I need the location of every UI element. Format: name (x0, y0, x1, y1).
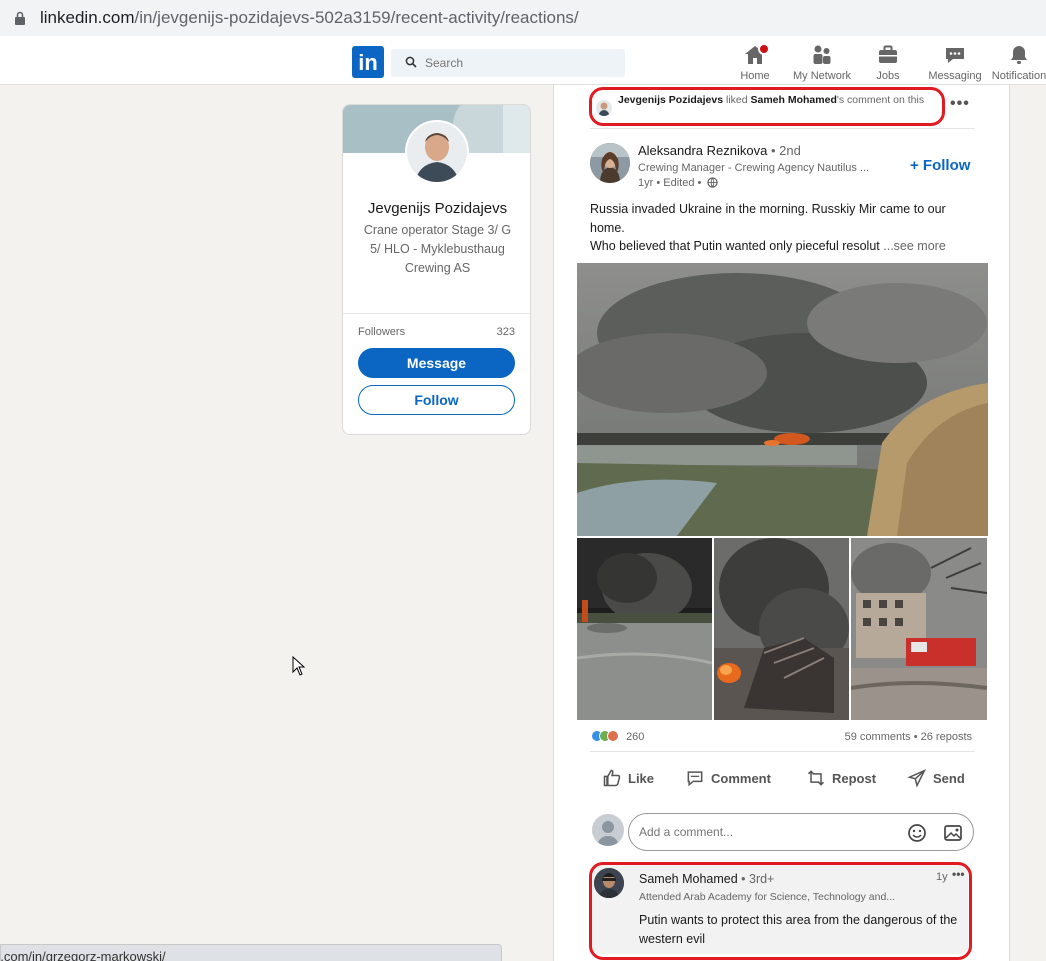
address-field[interactable]: linkedin.com/in/jevgenijs-pozidajevs-502… (0, 0, 1046, 36)
author-avatar[interactable] (590, 143, 630, 183)
highlight-activity-annotation (589, 87, 945, 126)
nav-home-label: Home (740, 70, 770, 82)
post-text-line2: Who believed that Putin wanted only piec… (590, 239, 880, 253)
send-icon (907, 768, 927, 788)
post-text: Russia invaded Ukraine in the morning. R… (590, 200, 975, 256)
status-link-text: n.com/in/grzegorz-markowski/ (0, 949, 166, 961)
post-meta-text: 1yr • Edited • (638, 177, 702, 189)
network-icon (813, 45, 831, 64)
like-label: Like (628, 771, 655, 786)
repost-icon (807, 770, 825, 786)
send-button[interactable]: Send (907, 768, 965, 794)
post-text-line2-wrap: Who believed that Putin wanted only piec… (590, 237, 975, 256)
post-image-2[interactable] (714, 538, 849, 720)
profile-name[interactable]: Jevgenijs Pozidajevs (343, 200, 530, 217)
followers-label: Followers (358, 326, 406, 338)
post-author-name[interactable]: Aleksandra Reznikova • 2nd (638, 143, 801, 158)
profile-headline: Crane operator Stage 3/ G 5/ HLO - Mykle… (363, 223, 512, 275)
thumbs-up-icon (603, 769, 621, 787)
reactions-count: 260 (626, 731, 645, 743)
activity-post: Jevgenijs Pozidajevs liked Sameh Mohamed… (553, 85, 1010, 961)
top-nav: in Home My Network Jobs Messaging Notifi… (0, 38, 1046, 85)
nav-messaging-label: Messaging (928, 70, 982, 82)
nav-notifications[interactable]: Notification (988, 43, 1046, 83)
nav-messaging[interactable]: Messaging (926, 43, 984, 83)
post-follow-button[interactable]: + Follow (910, 157, 970, 174)
url-text: linkedin.com/in/jevgenijs-pozidajevs-502… (40, 8, 579, 28)
divider (343, 313, 530, 314)
profile-avatar[interactable] (405, 120, 469, 184)
post-author-title: Crewing Manager - Crewing Agency Nautilu… (638, 162, 870, 174)
followers-count: 323 (496, 326, 515, 338)
search-input[interactable] (425, 53, 615, 73)
profile-follow-button[interactable]: Follow (358, 385, 515, 415)
post-author[interactable]: Aleksandra Reznikova (638, 143, 767, 158)
lock-icon (15, 11, 25, 25)
emoji-icon[interactable] (907, 823, 927, 843)
nav-jobs[interactable]: Jobs (871, 43, 905, 83)
comment-label: Comment (711, 771, 771, 786)
love-reaction-icon (607, 730, 619, 742)
globe-icon (707, 177, 719, 188)
search-bar[interactable] (391, 49, 625, 77)
post-author-degree: • 2nd (767, 143, 801, 158)
message-button[interactable]: Message (358, 348, 515, 378)
url-host: linkedin.com (40, 8, 135, 27)
url-path: /in/jevgenijs-pozidajevs-502a3159/recent… (134, 8, 579, 27)
comment-icon (687, 771, 703, 787)
current-user-avatar (592, 814, 624, 846)
see-more-link[interactable]: ...see more (883, 239, 946, 253)
link-status-bar: n.com/in/grzegorz-markowski/ (0, 944, 502, 961)
profile-card: Jevgenijs Pozidajevs Crane operator Stag… (342, 104, 531, 435)
post-image-main[interactable] (577, 263, 988, 536)
more-options-icon[interactable]: ••• (950, 95, 970, 113)
nav-home[interactable]: Home (734, 43, 776, 83)
post-meta: 1yr • Edited • (638, 177, 719, 189)
image-icon[interactable] (943, 823, 963, 843)
messaging-icon (946, 48, 964, 63)
bell-icon (1011, 46, 1027, 64)
post-stats[interactable]: 59 comments • 26 reposts (845, 731, 972, 743)
post-image-3[interactable] (851, 538, 987, 720)
highlight-comment-annotation (589, 862, 972, 960)
comment-input-box[interactable] (628, 813, 974, 851)
nav-notifications-label: Notification (991, 70, 1046, 82)
mouse-cursor-icon (292, 656, 306, 676)
comment-input[interactable] (639, 823, 889, 841)
notification-badge (758, 43, 770, 55)
reactions-summary[interactable]: 260 (591, 730, 644, 743)
post-text-line1: Russia invaded Ukraine in the morning. R… (590, 202, 946, 235)
post-image-1[interactable] (577, 538, 712, 720)
nav-my-network[interactable]: My Network (789, 43, 855, 83)
repost-label: Repost (832, 771, 877, 786)
nav-my-network-label: My Network (792, 70, 852, 82)
like-button[interactable]: Like (602, 768, 654, 794)
nav-jobs-label: Jobs (876, 70, 900, 82)
send-label: Send (933, 771, 965, 786)
briefcase-icon (879, 45, 897, 63)
search-icon (405, 56, 417, 68)
page-content: Jevgenijs Pozidajevs Crane operator Stag… (0, 85, 1046, 961)
repost-button[interactable]: Repost (806, 768, 876, 794)
linkedin-logo[interactable]: in (352, 46, 384, 78)
divider (590, 751, 975, 752)
comment-button[interactable]: Comment (685, 768, 771, 794)
browser-address-bar: linkedin.com/in/jevgenijs-pozidajevs-502… (0, 0, 1046, 38)
